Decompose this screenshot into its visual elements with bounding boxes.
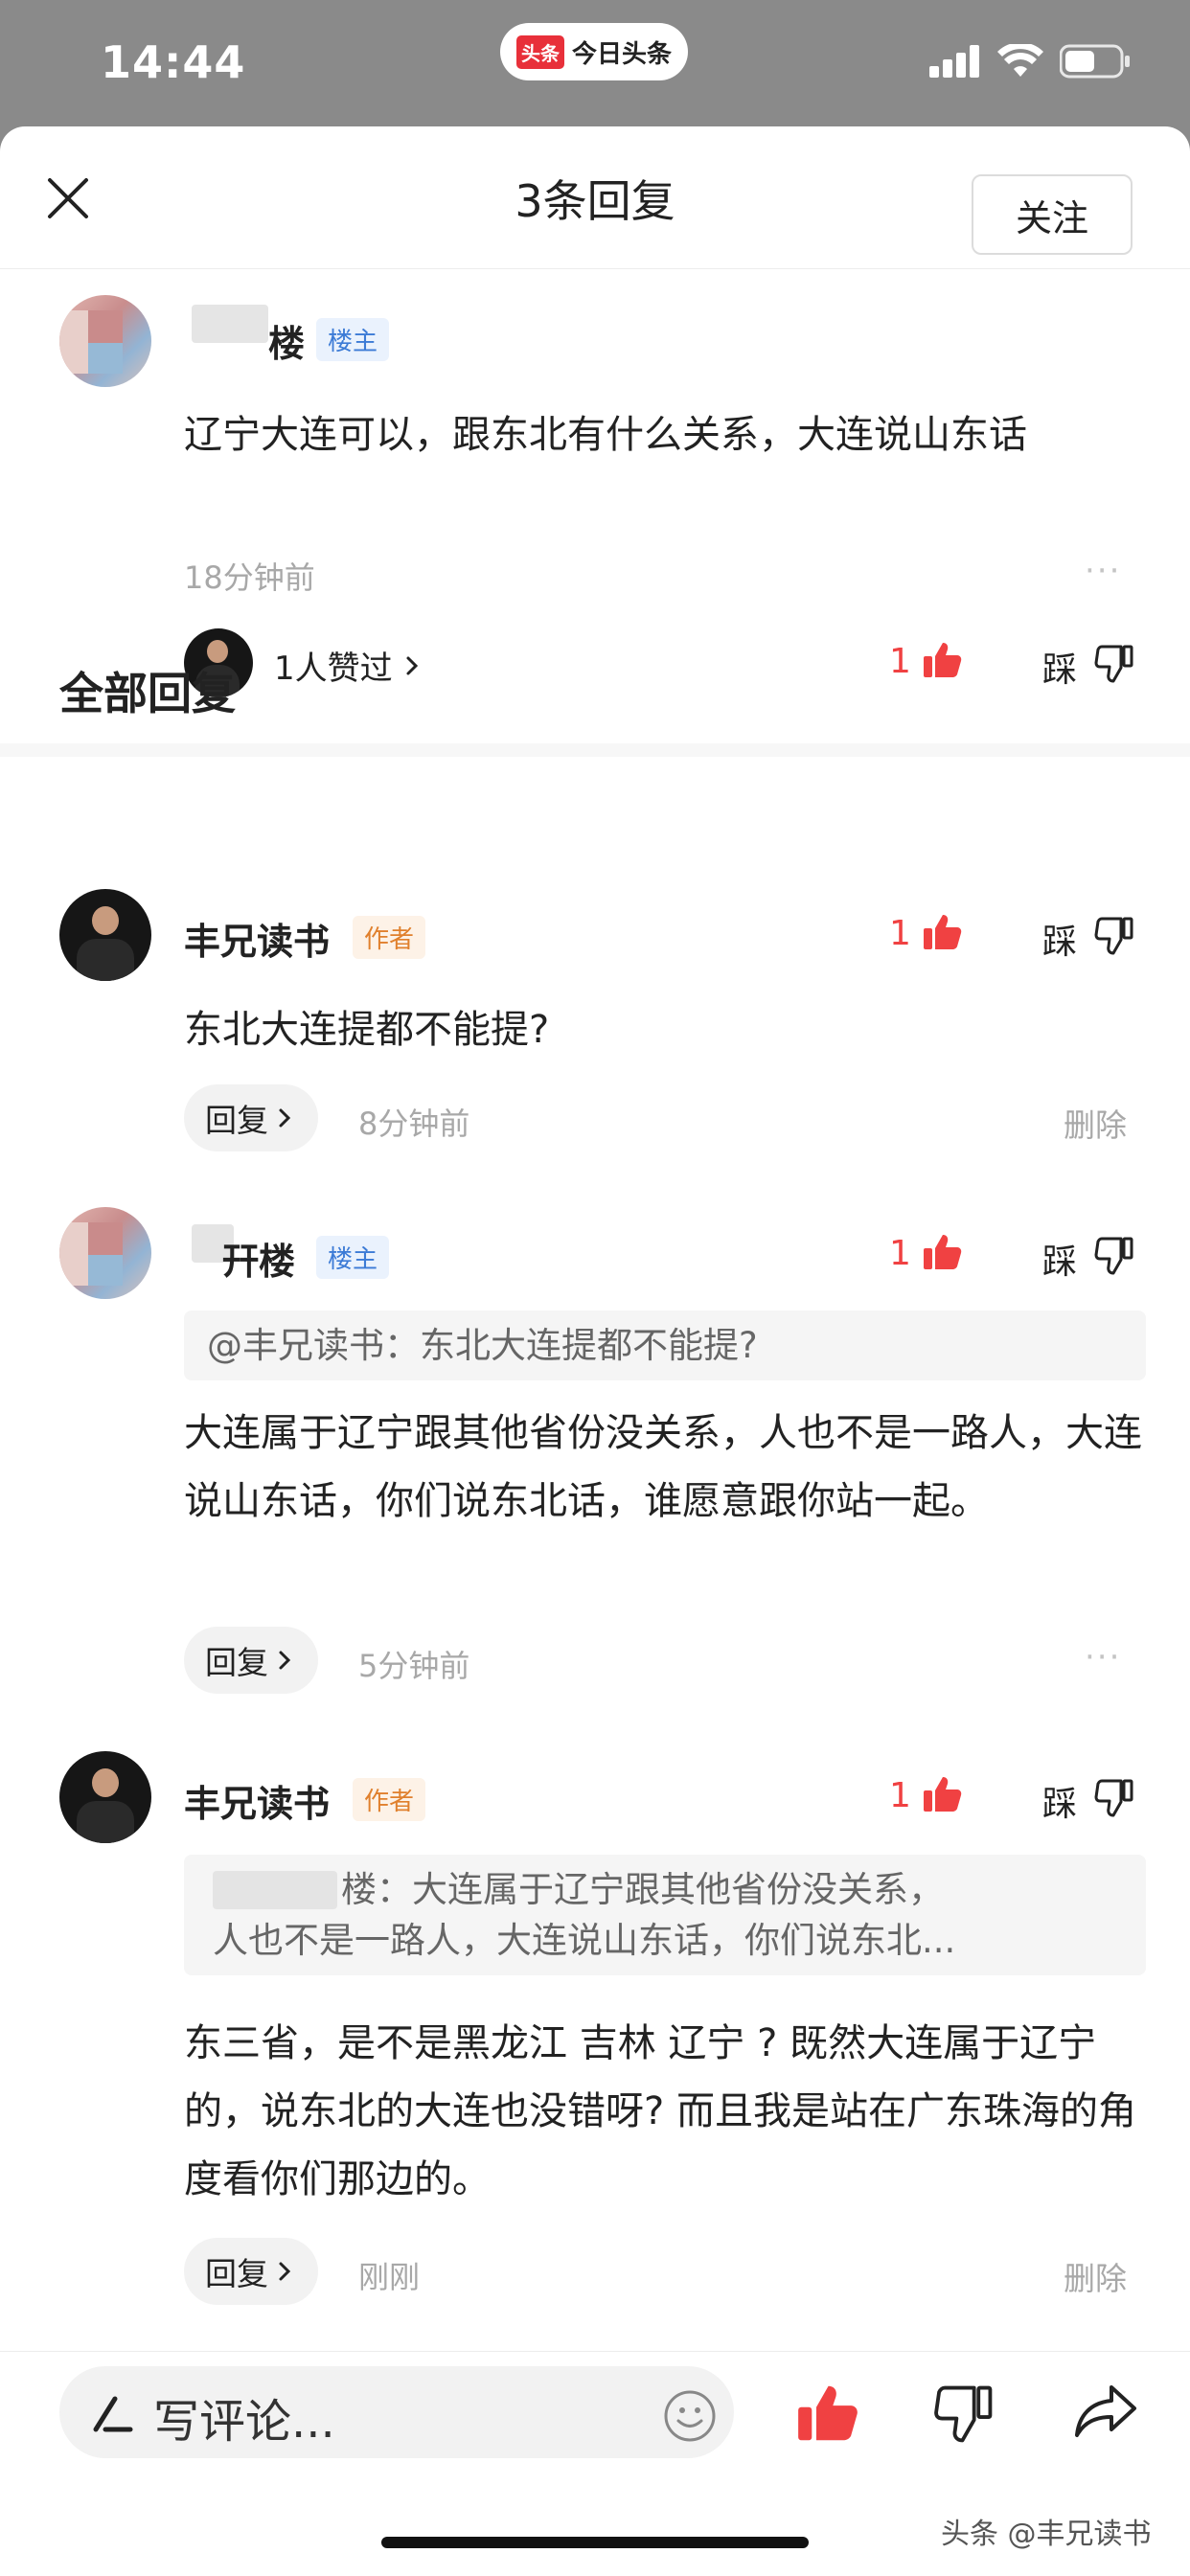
- status-time: 14:44: [101, 36, 246, 88]
- like-count: 1: [889, 914, 911, 953]
- quote-line-1: 楼：大连属于辽宁跟其他省份没关系，: [341, 1869, 944, 1910]
- reply-time: 5分钟前: [358, 1648, 470, 1684]
- comment-placeholder[interactable]: 写评论...: [153, 2383, 335, 2451]
- thumb-up-icon[interactable]: [795, 2382, 858, 2445]
- author-badge: 作者: [353, 1778, 426, 1821]
- quoted-reply[interactable]: 楼：大连属于辽宁跟其他省份没关系， 人也不是一路人，大连说山东话，你们说东北..…: [184, 1855, 1146, 1975]
- comment-text: 辽宁大连可以，跟东北有什么关系，大连说山东话: [184, 413, 1027, 457]
- reply-button[interactable]: 回复: [184, 1627, 318, 1694]
- thumb-up-icon[interactable]: [922, 1774, 962, 1814]
- home-indicator[interactable]: [381, 2537, 809, 2548]
- host-badge: 楼主: [316, 318, 390, 361]
- quoted-reply[interactable]: @丰兄读书：东北大连提都不能提?: [184, 1311, 1146, 1380]
- edit-icon: [93, 2396, 133, 2432]
- username[interactable]: 丰兄读书: [184, 912, 330, 965]
- thumb-down-icon[interactable]: [1094, 1236, 1134, 1276]
- chevron-right-icon: [279, 1651, 291, 1670]
- section-title: 全部回复: [59, 668, 236, 719]
- thumb-down-icon[interactable]: [1094, 916, 1134, 956]
- author-badge: 作者: [353, 916, 426, 959]
- thumb-up-icon[interactable]: [922, 1232, 962, 1272]
- chevron-right-icon: [406, 656, 418, 674]
- username[interactable]: 楼: [268, 314, 305, 367]
- like-count: 1: [889, 1776, 911, 1815]
- status-bar: 14:44 头条 今日头条: [0, 0, 1190, 125]
- thumb-down-icon[interactable]: [933, 2383, 995, 2445]
- reply-text: 东三省，是不是黑龙江 吉林 辽宁 ? 既然大连属于辽宁的，说东北的大连也没错呀?…: [184, 2021, 1136, 2201]
- host-badge: 楼主: [316, 1236, 390, 1279]
- comment-time: 18分钟前: [184, 559, 315, 596]
- avatar[interactable]: [59, 889, 151, 981]
- reply-label: 回复: [205, 1644, 268, 1681]
- chevron-right-icon: [279, 1108, 291, 1128]
- reply-text: 东北大连提都不能提?: [184, 1008, 550, 1052]
- username-blurred: [213, 1870, 337, 1909]
- liked-by-label: 1人赞过: [274, 650, 393, 688]
- status-icons: [929, 44, 1131, 79]
- reply-time: 8分钟前: [358, 1106, 470, 1142]
- wifi-icon: [997, 44, 1043, 77]
- like-count: 1: [889, 642, 911, 681]
- liked-by-link[interactable]: 1人赞过: [274, 642, 425, 689]
- reply-label: 回复: [205, 1102, 268, 1139]
- reply-text: 大连属于辽宁跟其他省份没关系，人也不是一路人，大连说山东话，你们说东北话，谁愿意…: [184, 1411, 1142, 1523]
- reply-time: 刚刚: [358, 2259, 421, 2295]
- section-divider: [0, 743, 1190, 757]
- dislike-label[interactable]: 踩: [1042, 914, 1077, 964]
- delete-button[interactable]: 删除: [1064, 2253, 1127, 2299]
- thumb-up-icon[interactable]: [922, 640, 962, 680]
- share-icon[interactable]: [1073, 2382, 1138, 2443]
- avatar[interactable]: [59, 1751, 151, 1843]
- username-blurred: [192, 305, 268, 343]
- username[interactable]: 丰兄读书: [184, 1774, 330, 1827]
- more-icon[interactable]: ···: [1085, 1638, 1121, 1676]
- dislike-label[interactable]: 踩: [1042, 642, 1077, 692]
- dislike-label[interactable]: 踩: [1042, 1776, 1077, 1826]
- emoji-icon[interactable]: [663, 2389, 717, 2443]
- more-icon[interactable]: ···: [1085, 552, 1121, 590]
- thumb-down-icon[interactable]: [1094, 1778, 1134, 1818]
- reply-button[interactable]: 回复: [184, 2238, 318, 2305]
- like-count: 1: [889, 1234, 911, 1273]
- delete-button[interactable]: 删除: [1064, 1100, 1127, 1146]
- dislike-label[interactable]: 踩: [1042, 1234, 1077, 1284]
- thumb-up-icon[interactable]: [922, 912, 962, 952]
- username[interactable]: 幵楼: [222, 1232, 295, 1285]
- app-indicator-pill[interactable]: 头条 今日头条: [500, 23, 688, 80]
- thumb-down-icon[interactable]: [1094, 644, 1134, 684]
- chevron-right-icon: [279, 2262, 291, 2281]
- avatar[interactable]: [59, 1207, 151, 1299]
- avatar[interactable]: [59, 295, 151, 387]
- quote-line-2: 人也不是一路人，大连说山东话，你们说东北...: [213, 1920, 956, 1961]
- watermark: 头条 @丰兄读书: [941, 2518, 1152, 2551]
- reply-button[interactable]: 回复: [184, 1084, 318, 1151]
- reply-label: 回复: [205, 2255, 268, 2292]
- follow-button[interactable]: 关注: [972, 174, 1133, 255]
- signal-icon: [929, 45, 979, 78]
- app-name: 今日头条: [571, 39, 672, 69]
- app-logo: 头条: [515, 34, 564, 69]
- battery-icon: [1060, 44, 1130, 79]
